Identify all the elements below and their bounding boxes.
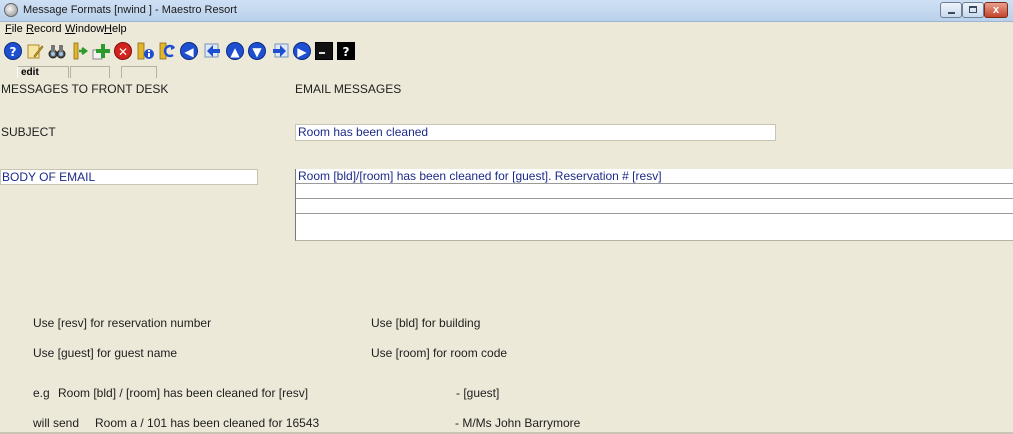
message-formats-window: Message Formats [nwind ] - Maestro Resor… (0, 0, 1013, 434)
toolbar: ? ✕ ◀ ▲ ▼ ▶ ? (0, 37, 1013, 65)
delete-record-icon: ✕ (114, 42, 132, 60)
minimize-icon (948, 12, 955, 14)
add-record-icon (92, 42, 110, 60)
find-binoculars-icon (48, 42, 66, 60)
console-icon (315, 42, 333, 60)
delete-record-button[interactable]: ✕ (112, 40, 134, 62)
edit-pencil-icon (26, 42, 44, 60)
menu-record[interactable]: Record (26, 22, 61, 36)
exit-door-icon (70, 42, 88, 60)
app-icon (4, 3, 18, 17)
first-record-icon: ◀ (180, 42, 198, 60)
context-help-icon: ? (337, 42, 355, 60)
minimize-button[interactable] (940, 2, 962, 18)
send-text: Room a / 101 has been cleaned for 16543 (95, 416, 320, 430)
up-button[interactable]: ▲ (224, 40, 246, 62)
help-icon: ? (4, 42, 22, 60)
email-body-input[interactable]: Room [bld]/[room] has been cleaned for [… (295, 169, 1013, 241)
example-prefix: e.g (33, 386, 50, 400)
previous-record-button[interactable] (202, 40, 224, 62)
help-room: Use [room] for room code (371, 346, 508, 360)
email-messages-header: EMAIL MESSAGES (295, 82, 402, 96)
context-help-button[interactable]: ? (335, 40, 357, 62)
status-cell (121, 66, 157, 78)
help-button[interactable]: ? (2, 40, 24, 62)
edit-button[interactable] (24, 40, 46, 62)
up-icon: ▲ (226, 42, 244, 60)
example-text: Room [bld] / [room] has been cleaned for… (58, 386, 309, 400)
send-suffix: - M/Ms John Barrymore (455, 416, 581, 430)
help-bld: Use [bld] for building (371, 316, 481, 330)
title-bar[interactable]: Message Formats [nwind ] - Maestro Resor… (0, 0, 1013, 22)
subject-label: SUBJECT (1, 125, 56, 139)
exit-button[interactable] (68, 40, 90, 62)
maximize-icon (969, 6, 977, 13)
window-title: Message Formats [nwind ] - Maestro Resor… (23, 4, 237, 16)
down-button[interactable]: ▼ (246, 40, 268, 62)
body-line[interactable] (296, 199, 1013, 214)
console-button[interactable] (313, 40, 335, 62)
body-line[interactable]: Room [bld]/[room] has been cleaned for [… (296, 169, 1013, 184)
last-record-button[interactable]: ▶ (291, 40, 313, 62)
status-bar: edit (0, 65, 200, 79)
previous-record-icon (204, 42, 222, 60)
front-desk-header: MESSAGES TO FRONT DESK (1, 82, 169, 96)
last-record-icon: ▶ (293, 42, 311, 60)
maximize-button[interactable] (962, 2, 984, 18)
next-record-button[interactable] (269, 40, 291, 62)
info-icon (136, 42, 154, 60)
refresh-button[interactable] (156, 40, 178, 62)
subject-field[interactable]: Room has been cleaned (295, 124, 776, 141)
body-line[interactable] (296, 184, 1013, 199)
help-guest: Use [guest] for guest name (33, 346, 178, 360)
close-icon: x (992, 4, 1000, 16)
close-button[interactable]: x (984, 2, 1008, 18)
menu-bar: File Record Window Help (0, 22, 1013, 36)
status-cell (70, 66, 110, 78)
info-button[interactable] (134, 40, 156, 62)
down-icon: ▼ (248, 42, 266, 60)
menu-file[interactable]: File (5, 22, 23, 36)
mode-indicator: edit (17, 66, 69, 78)
body-of-email-field[interactable]: BODY OF EMAIL (0, 169, 258, 185)
next-record-icon (271, 42, 289, 60)
find-button[interactable] (46, 40, 68, 62)
menu-window[interactable]: Window (65, 22, 104, 36)
refresh-icon (158, 42, 176, 60)
add-record-button[interactable] (90, 40, 112, 62)
help-resv: Use [resv] for reservation number (33, 316, 212, 330)
body-line[interactable] (296, 214, 1013, 229)
send-prefix: will send (33, 416, 80, 430)
menu-help[interactable]: Help (104, 22, 127, 36)
example-suffix: - [guest] (456, 386, 500, 400)
first-record-button[interactable]: ◀ (178, 40, 200, 62)
